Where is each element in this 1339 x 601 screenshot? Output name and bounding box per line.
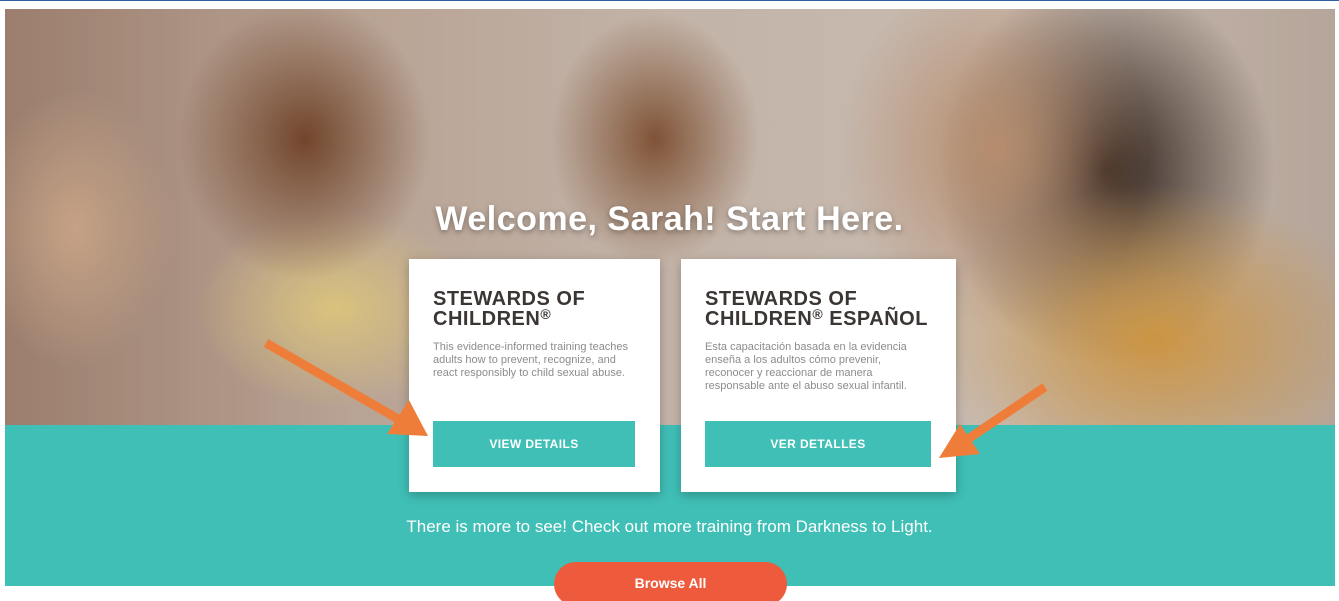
welcome-heading: Welcome, Sarah! Start Here. — [435, 200, 904, 238]
course-description: Esta capacitación basada en la evidencia… — [705, 341, 907, 392]
course-card-stewards-espanol: STEWARDS OF CHILDREN® ESPAÑOL Esta capac… — [681, 259, 956, 492]
course-description: This evidence-informed training teaches … — [433, 341, 629, 379]
registered-mark: ® — [540, 306, 552, 322]
course-card-stewards: STEWARDS OF CHILDREN® This evidence-info… — [409, 259, 660, 492]
course-title-line2: CHILDREN — [433, 308, 541, 330]
view-details-button[interactable]: VIEW DETAILS — [433, 421, 635, 467]
course-title-line1: STEWARDS OF — [433, 288, 586, 310]
ver-detalles-button[interactable]: VER DETALLES — [705, 421, 931, 467]
course-title: STEWARDS OF CHILDREN® — [433, 289, 636, 329]
registered-mark: ® — [812, 306, 824, 322]
course-title-line2: CHILDREN — [705, 308, 813, 330]
course-title-line1: STEWARDS OF — [705, 288, 858, 310]
browse-all-button[interactable]: Browse All — [554, 562, 787, 601]
course-title: STEWARDS OF CHILDREN® ESPAÑOL — [705, 289, 932, 329]
top-border — [0, 0, 1339, 8]
course-title-suffix: ESPAÑOL — [823, 308, 928, 330]
more-training-text: There is more to see! Check out more tra… — [406, 517, 933, 536]
